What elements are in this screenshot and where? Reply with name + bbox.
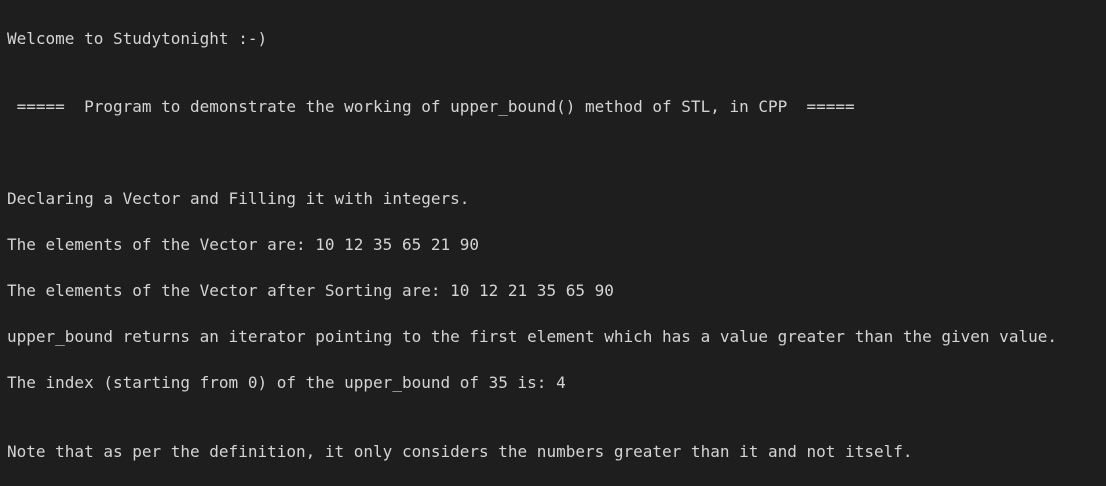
output-line-sorted-elements: The elements of the Vector after Sorting… (7, 281, 614, 300)
output-line-upper-bound-index: The index (starting from 0) of the upper… (7, 373, 566, 392)
terminal-output: Welcome to Studytonight :-) ===== Progra… (0, 0, 1106, 486)
output-line-upper-bound-explanation: upper_bound returns an iterator pointing… (7, 327, 1057, 346)
output-line-program-title: ===== Program to demonstrate the working… (7, 97, 855, 116)
output-line-welcome: Welcome to Studytonight :-) (7, 29, 268, 48)
output-line-note: Note that as per the definition, it only… (7, 442, 913, 461)
output-line-vector-elements: The elements of the Vector are: 10 12 35… (7, 235, 480, 254)
output-line-declaring-vector: Declaring a Vector and Filling it with i… (7, 189, 470, 208)
